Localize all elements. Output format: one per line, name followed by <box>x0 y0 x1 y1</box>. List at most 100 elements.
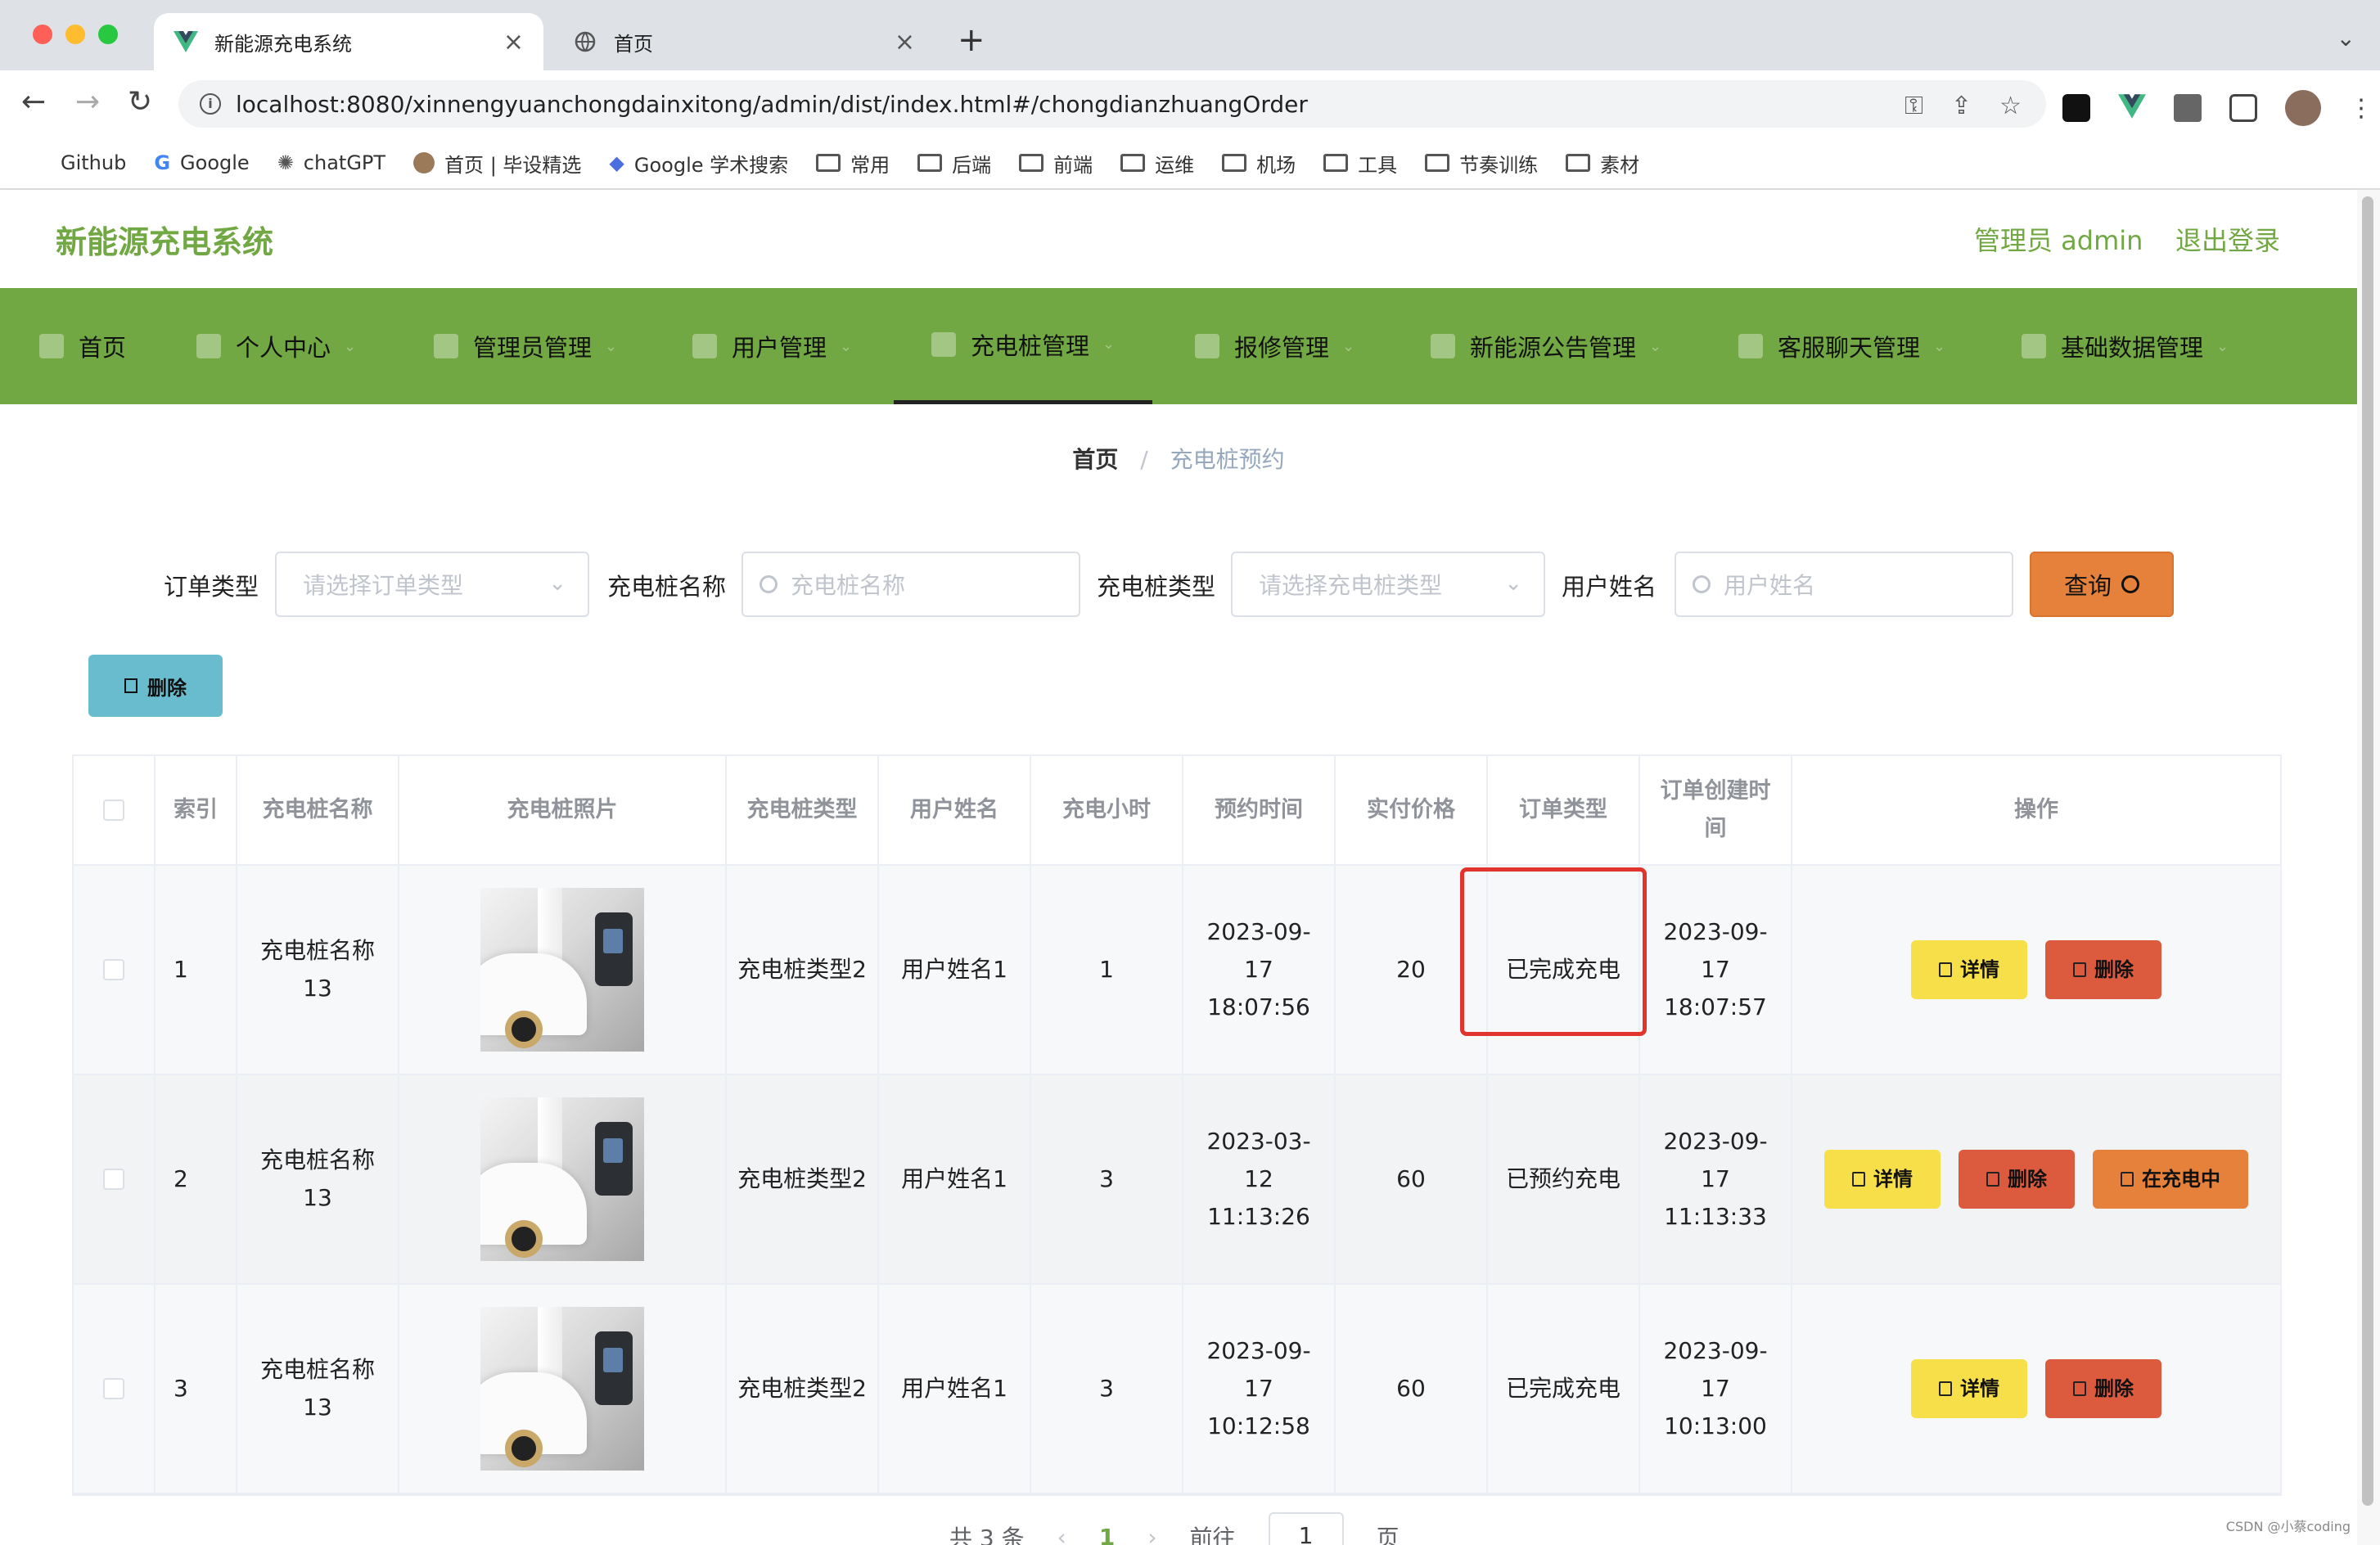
folder-icon <box>1120 154 1146 172</box>
new-tab-button[interactable]: + <box>958 21 985 59</box>
row-select-cell <box>74 866 156 1074</box>
breadcrumb-current: 充电桩预约 <box>1170 446 1285 473</box>
bookmark-folder[interactable]: 常用 <box>816 149 890 178</box>
back-arrow-icon[interactable]: ← <box>21 85 46 119</box>
scholar-icon: ◆ <box>609 151 624 174</box>
breadcrumb-home[interactable]: 首页 <box>1072 446 1118 473</box>
puzzle-icon[interactable] <box>2174 94 2202 122</box>
nav-item-base-data[interactable]: 基础数据管理 ⌄ <box>2022 288 2229 404</box>
detail-button[interactable]: 详情 <box>1911 1359 2027 1418</box>
detail-button[interactable]: 详情 <box>1911 940 2027 999</box>
share-icon[interactable]: ⇪ <box>1951 92 1972 120</box>
detail-button[interactable]: 详情 <box>1824 1150 1941 1209</box>
cell-created-time: 2023-09-17 11:13:33 <box>1640 1075 1792 1283</box>
pile-name-input[interactable]: 充电桩名称 <box>741 552 1080 617</box>
cell-reserve-time: 2023-03-12 11:13:26 <box>1183 1075 1336 1283</box>
maximize-window-button[interactable] <box>98 25 118 44</box>
nav-item-profile[interactable]: 个人中心 ⌄ <box>196 288 356 404</box>
pile-type-label: 充电桩类型 <box>1097 573 1216 601</box>
cell-user-name: 用户姓名1 <box>879 1285 1031 1493</box>
nav-item-home[interactable]: 首页 <box>39 288 126 404</box>
bookmark-folder[interactable]: 运维 <box>1120 149 1194 178</box>
chevron-down-icon: ⌄ <box>1342 337 1355 355</box>
forward-arrow-icon[interactable]: → <box>75 85 100 119</box>
chevron-down-icon: ⌄ <box>1649 337 1662 355</box>
reload-icon[interactable]: ↻ <box>128 85 152 119</box>
pile-photo-image[interactable] <box>480 1307 644 1471</box>
bookmark-google[interactable]: G Google <box>154 151 249 174</box>
table-row: 1 充电桩名称13 充电桩类型2 用户姓名1 1 2023-09-17 18:0… <box>74 866 2280 1075</box>
query-button[interactable]: 查询 <box>2030 552 2174 617</box>
cell-user-name: 用户姓名1 <box>879 866 1031 1074</box>
scrollbar-thumb[interactable] <box>2362 196 2373 1506</box>
nav-item-users[interactable]: 用户管理 ⌄ <box>692 288 852 404</box>
site-info-icon[interactable]: i <box>200 93 221 115</box>
sidebar-toggle-icon[interactable] <box>2229 94 2257 122</box>
bookmark-folder[interactable]: 后端 <box>917 149 991 178</box>
header-pile-name: 充电桩名称 <box>237 756 399 864</box>
minimize-window-button[interactable] <box>65 25 85 44</box>
row-checkbox[interactable] <box>103 1378 124 1399</box>
bookmark-folder[interactable]: 节奏训练 <box>1425 149 1538 178</box>
star-icon[interactable]: ☆ <box>1999 92 2022 120</box>
pile-type-select[interactable]: 请选择充电桩类型 ⌄ <box>1231 552 1545 617</box>
user-name-label: 用户姓名 <box>1562 573 1657 601</box>
pile-photo-image[interactable] <box>480 888 644 1052</box>
table-row: 2 充电桩名称13 充电桩类型2 用户姓名1 3 2023-03-12 11:1… <box>74 1075 2280 1285</box>
close-window-button[interactable] <box>33 25 52 44</box>
delete-button[interactable]: 删除 <box>2045 940 2161 999</box>
bookmark-google-scholar[interactable]: ◆ Google 学术搜索 <box>609 149 788 178</box>
bookmark-folder[interactable]: 工具 <box>1323 149 1397 178</box>
user-name-input[interactable]: 用户姓名 <box>1675 552 2013 617</box>
watermark: CSDN @小蔡coding <box>2225 1519 2351 1534</box>
cell-reserve-time: 2023-09-17 18:07:56 <box>1183 866 1336 1074</box>
delete-button[interactable]: 删除 <box>1959 1150 2075 1209</box>
tab-close-icon[interactable]: × <box>895 28 915 56</box>
goto-page-input[interactable]: 1 <box>1268 1512 1344 1545</box>
announcement-icon <box>1431 334 1455 358</box>
search-icon <box>760 575 778 593</box>
extension-icon[interactable] <box>2062 94 2090 122</box>
profile-avatar[interactable] <box>2285 90 2321 126</box>
cell-pile-name: 充电桩名称13 <box>237 1075 399 1283</box>
row-checkbox[interactable] <box>103 959 124 980</box>
page-scrollbar[interactable] <box>2357 190 2380 1545</box>
trash-icon <box>2073 1381 2086 1396</box>
bookmark-bishe[interactable]: 首页 | 毕设精选 <box>413 149 581 178</box>
bookmark-github[interactable]: Github <box>61 151 126 174</box>
trash-icon <box>1986 1172 1999 1187</box>
nav-item-announcements[interactable]: 新能源公告管理 ⌄ <box>1431 288 1661 404</box>
user-icon <box>196 334 221 358</box>
key-icon[interactable]: ⚿ <box>1904 92 1923 120</box>
kebab-menu-icon[interactable]: ⋮ <box>2349 94 2373 123</box>
select-all-checkbox[interactable] <box>103 800 124 821</box>
next-page-chevron-icon[interactable]: › <box>1147 1524 1156 1545</box>
nav-item-chat[interactable]: 客服聊天管理 ⌄ <box>1738 288 1945 404</box>
url-text[interactable]: localhost:8080/xinnengyuanchongdainxiton… <box>236 91 1308 118</box>
url-omnibox[interactable]: i localhost:8080/xinnengyuanchongdainxit… <box>178 80 2046 128</box>
nav-item-admin[interactable]: 管理员管理 ⌄ <box>434 288 617 404</box>
order-type-select[interactable]: 请选择订单类型 ⌄ <box>275 552 589 617</box>
pile-photo-image[interactable] <box>480 1097 644 1261</box>
tab-close-icon[interactable]: × <box>503 28 524 56</box>
browser-tab-inactive[interactable]: 首页 × <box>553 13 935 70</box>
nav-item-repair[interactable]: 报修管理 ⌄ <box>1195 288 1355 404</box>
bookmark-folder[interactable]: 前端 <box>1019 149 1093 178</box>
nav-item-charging-piles[interactable]: 充电桩管理 ⌄ <box>894 288 1153 404</box>
bookmark-folder[interactable]: 机场 <box>1222 149 1296 178</box>
vue-devtools-icon[interactable] <box>2118 94 2146 122</box>
bookmark-folder[interactable]: 素材 <box>1566 149 1639 178</box>
browser-tab-active[interactable]: 新能源充电系统 × <box>154 13 543 70</box>
bookmark-chatgpt[interactable]: ✺ chatGPT <box>277 151 385 174</box>
row-select-cell <box>74 1285 156 1493</box>
page-number[interactable]: 1 <box>1099 1524 1115 1545</box>
tab-search-chevron-icon[interactable]: ⌄ <box>2337 25 2355 52</box>
prev-page-chevron-icon[interactable]: ‹ <box>1057 1524 1066 1545</box>
document-icon <box>1939 962 1952 977</box>
row-checkbox[interactable] <box>103 1169 124 1190</box>
batch-delete-button[interactable]: 删除 <box>88 655 223 717</box>
logout-link[interactable]: 退出登录 <box>2175 220 2280 258</box>
charging-button[interactable]: 在充电中 <box>2093 1150 2248 1209</box>
delete-button[interactable]: 删除 <box>2045 1359 2161 1418</box>
breadcrumb: 首页 / 充电桩预约 <box>0 442 2357 475</box>
